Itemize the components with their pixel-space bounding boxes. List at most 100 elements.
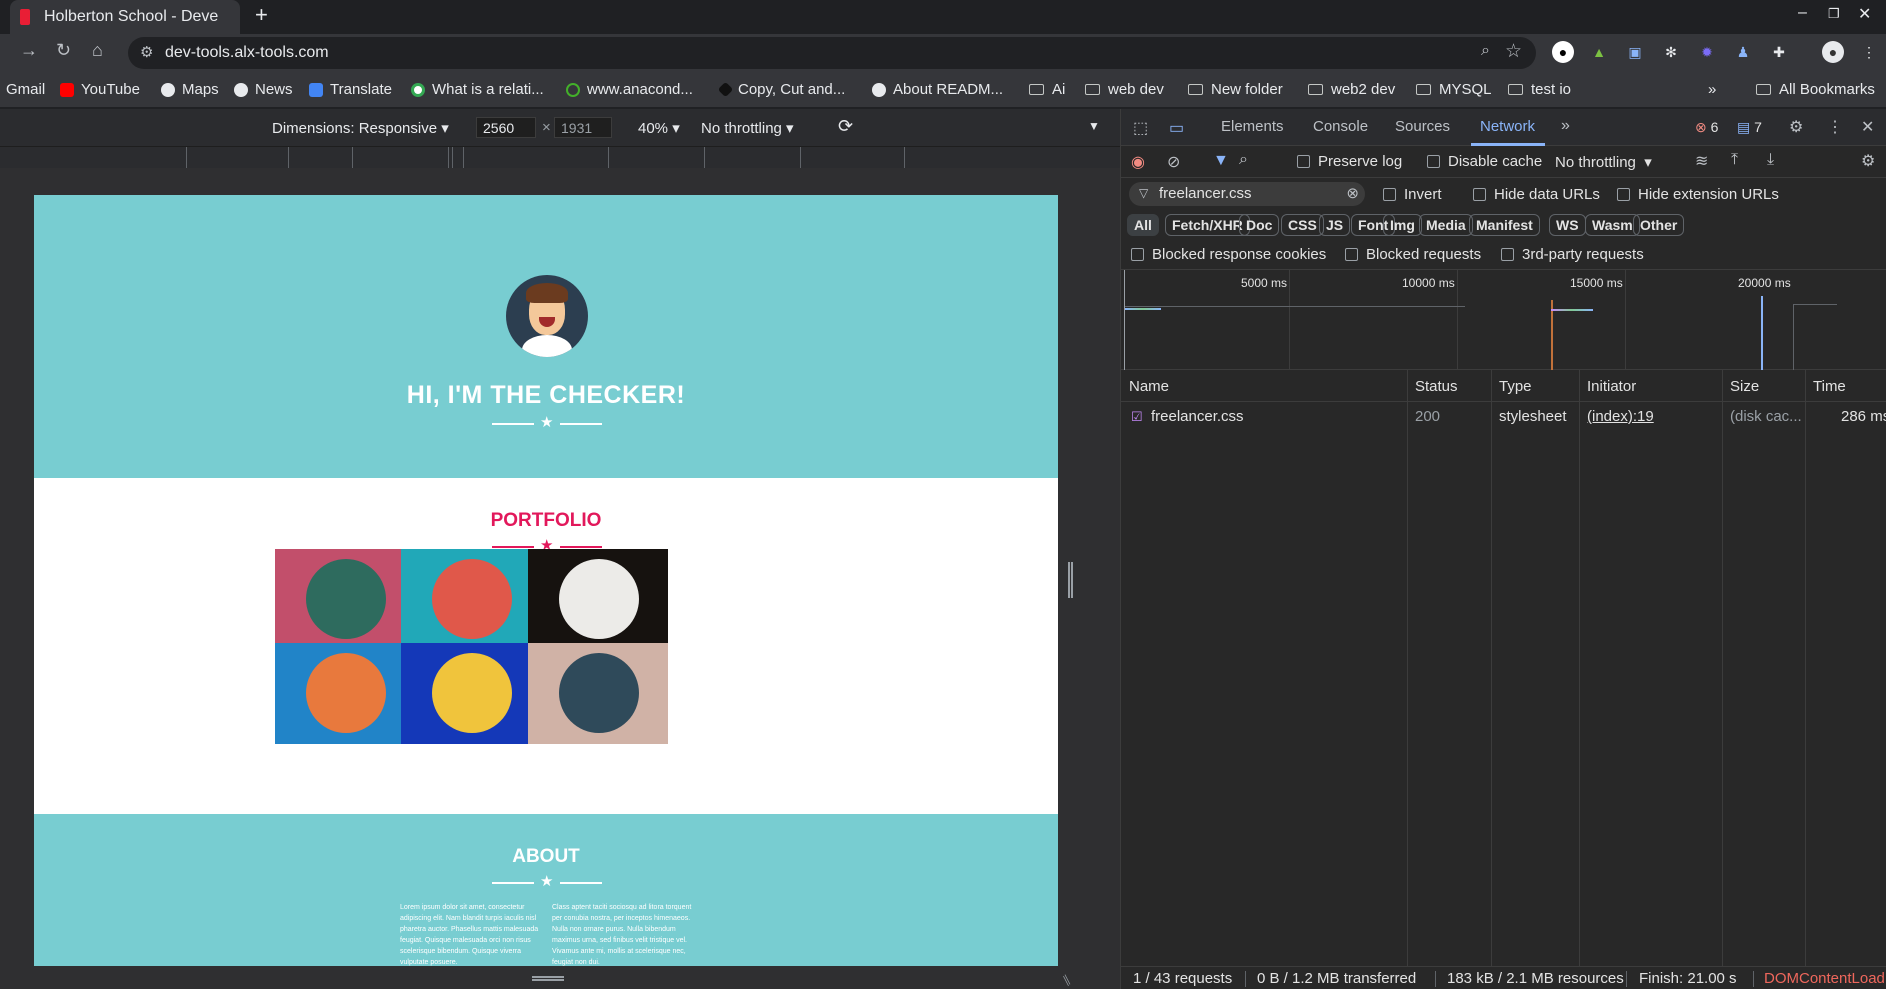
record-icon[interactable]: ◉ [1131, 152, 1145, 172]
network-overview[interactable]: 5000 ms 10000 ms 15000 ms 20000 ms [1121, 270, 1886, 370]
error-icon[interactable]: ⊗ 6 [1695, 119, 1718, 136]
bookmark-folder-mysql[interactable]: MYSQL [1416, 81, 1492, 98]
bookmark-folder-test-io[interactable]: test io [1508, 81, 1571, 98]
clear-filter-icon[interactable]: ⊗ [1346, 184, 1359, 202]
bookmark-star-icon[interactable]: ☆ [1505, 40, 1522, 63]
extensions-puzzle-icon[interactable]: ✚ [1768, 41, 1790, 63]
tab-sources[interactable]: Sources [1395, 118, 1450, 135]
filter-chip-ws[interactable]: WS [1549, 214, 1586, 236]
bookmark-folder-web-dev[interactable]: web dev [1085, 81, 1164, 98]
height-input[interactable]: 1931 [554, 117, 612, 138]
throttling-select[interactable]: No throttling ▾ [701, 119, 794, 137]
tab-elements[interactable]: Elements [1221, 118, 1284, 135]
column-header-name[interactable]: Name [1129, 378, 1169, 395]
blocked-cookies-checkbox[interactable]: Blocked response cookies [1131, 246, 1326, 263]
extension-person-icon[interactable]: ♟ [1732, 41, 1754, 63]
request-initiator-link[interactable]: (index):19 [1587, 408, 1654, 425]
tab-console[interactable]: Console [1313, 118, 1368, 135]
filter-chip-all[interactable]: All [1127, 214, 1159, 236]
url-text[interactable]: dev-tools.alx-tools.com [165, 44, 329, 62]
more-tabs-icon[interactable]: » [1561, 117, 1570, 135]
filter-icon[interactable]: ▼ [1213, 152, 1229, 170]
filter-chip-doc[interactable]: Doc [1239, 214, 1280, 236]
inspect-element-icon[interactable]: ⬚ [1133, 118, 1148, 138]
message-icon[interactable]: ▤ 7 [1737, 119, 1762, 136]
hide-extension-urls-checkbox[interactable]: Hide extension URLs [1617, 186, 1779, 203]
extension-screen-icon[interactable]: ▣ [1624, 41, 1646, 63]
profile-avatar[interactable]: ● [1822, 41, 1844, 63]
portfolio-tile[interactable] [275, 643, 415, 744]
bookmark-anaconda[interactable]: www.anacond... [566, 81, 693, 98]
portfolio-tile[interactable] [401, 643, 541, 744]
portfolio-tile[interactable] [528, 549, 668, 650]
viewport-bottom-handle[interactable] [532, 976, 564, 981]
tab-network[interactable]: Network [1480, 118, 1535, 135]
all-bookmarks[interactable]: All Bookmarks [1756, 81, 1875, 98]
more-bookmarks-icon[interactable]: » [1708, 81, 1716, 98]
network-throttling-select[interactable]: No throttling ▾ [1555, 153, 1652, 171]
device-options-icon[interactable]: ▼ [1088, 119, 1100, 133]
filter-input[interactable]: ▽ freelancer.css ⊗ [1129, 182, 1365, 206]
devtools-menu-icon[interactable]: ⋮ [1827, 117, 1843, 137]
extension-atom-icon[interactable]: ✻ [1660, 41, 1682, 63]
portfolio-tile[interactable] [528, 643, 668, 744]
viewport-resize-handle[interactable] [1068, 562, 1073, 598]
clear-icon[interactable]: ⊘ [1167, 152, 1180, 172]
bookmark-translate[interactable]: Translate [309, 81, 392, 98]
menu-icon[interactable]: ⋮ [1858, 41, 1880, 63]
settings-gear-icon[interactable]: ⚙ [1789, 117, 1803, 137]
close-devtools-icon[interactable]: ✕ [1861, 117, 1874, 137]
bookmark-folder-web2-dev[interactable]: web2 dev [1308, 81, 1395, 98]
bookmark-relational[interactable]: What is a relati... [411, 81, 544, 98]
address-bar[interactable]: ⚙ dev-tools.alx-tools.com ⌕ ☆ [128, 37, 1536, 69]
search-icon[interactable]: ⌕ [1239, 151, 1248, 169]
filter-chip-wasm[interactable]: Wasm [1585, 214, 1640, 236]
import-har-icon[interactable]: ⤒ [1731, 151, 1738, 169]
column-header-initiator[interactable]: Initiator [1587, 378, 1636, 395]
portfolio-tile[interactable] [275, 549, 415, 650]
bookmark-copy-cut[interactable]: Copy, Cut and... [717, 81, 845, 98]
filter-chip-media[interactable]: Media [1419, 214, 1473, 236]
portfolio-tile[interactable] [401, 549, 541, 650]
filter-chip-css[interactable]: CSS [1281, 214, 1324, 236]
network-conditions-icon[interactable]: ≋ [1695, 151, 1708, 171]
column-header-status[interactable]: Status [1415, 378, 1458, 395]
bookmark-maps[interactable]: Maps [161, 81, 219, 98]
site-info-icon[interactable]: ⚙ [140, 43, 153, 61]
restore-icon[interactable]: ❐ [1828, 6, 1840, 22]
column-header-type[interactable]: Type [1499, 378, 1532, 395]
blocked-requests-checkbox[interactable]: Blocked requests [1345, 246, 1481, 263]
reload-icon[interactable]: ↻ [56, 40, 71, 61]
column-header-time[interactable]: Time [1813, 378, 1846, 395]
new-tab-icon[interactable]: + [255, 2, 268, 28]
export-har-icon[interactable]: ⤓ [1767, 151, 1774, 169]
bookmark-readme[interactable]: About READM... [872, 81, 1003, 98]
extension-panda-icon[interactable]: ● [1552, 41, 1574, 63]
width-input[interactable]: 2560 [476, 117, 536, 138]
forward-icon[interactable]: → [20, 40, 38, 61]
table-row[interactable]: ☑ freelancer.css 200 stylesheet (index):… [1121, 402, 1886, 430]
filter-chip-img[interactable]: Img [1383, 214, 1422, 236]
filter-chip-manifest[interactable]: Manifest [1469, 214, 1540, 236]
invert-checkbox[interactable]: Invert [1383, 186, 1442, 203]
media-query-ruler[interactable] [0, 146, 1120, 169]
dimensions-select[interactable]: Dimensions: Responsive ▾ [272, 119, 449, 137]
minimize-icon[interactable]: – [1798, 4, 1807, 22]
zoom-icon[interactable]: ⌕ [1481, 42, 1490, 60]
preserve-log-checkbox[interactable]: Preserve log [1297, 153, 1402, 170]
bookmark-folder-new[interactable]: New folder [1188, 81, 1283, 98]
filter-chip-fetch-xhr[interactable]: Fetch/XHR [1165, 214, 1250, 236]
extension-gear-icon[interactable]: ✹ [1696, 41, 1718, 63]
bookmark-folder-ai[interactable]: Ai [1029, 81, 1065, 98]
hide-data-urls-checkbox[interactable]: Hide data URLs [1473, 186, 1600, 203]
rotate-icon[interactable]: ⟳ [838, 116, 853, 137]
filter-chip-js[interactable]: JS [1319, 214, 1351, 236]
bookmark-youtube[interactable]: YouTube [60, 81, 140, 98]
network-settings-icon[interactable]: ⚙ [1861, 151, 1875, 171]
bookmark-gmail[interactable]: Gmail [6, 81, 45, 98]
filter-chip-other[interactable]: Other [1633, 214, 1685, 236]
third-party-checkbox[interactable]: 3rd-party requests [1501, 246, 1644, 263]
zoom-select[interactable]: 40% ▾ [638, 119, 680, 137]
close-window-icon[interactable]: ✕ [1858, 4, 1871, 24]
browser-tab[interactable]: Holberton School - Deve [10, 0, 240, 34]
